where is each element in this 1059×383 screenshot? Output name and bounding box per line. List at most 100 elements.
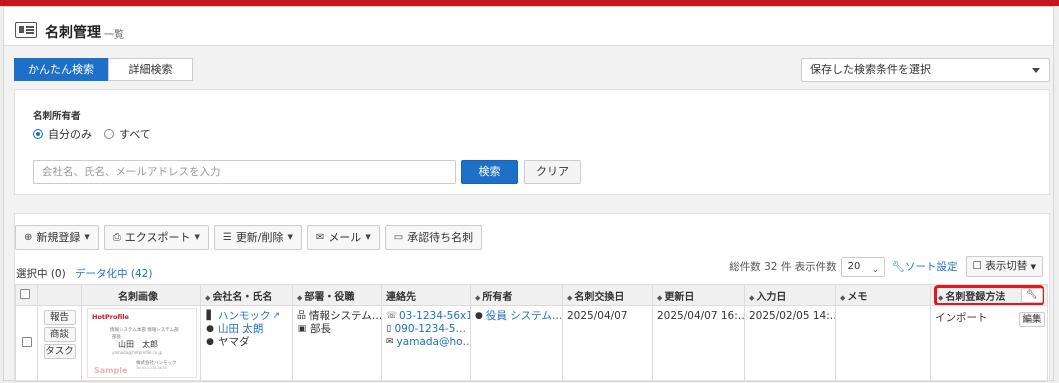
task-button[interactable]: タスク <box>43 344 76 359</box>
company-link[interactable]: ハンモック <box>218 310 271 323</box>
table-row[interactable]: 報告 商談 タスク HotProfile 情報システム本部 情報システム部 部長… <box>15 305 1048 382</box>
export-file-icon: ⎙ <box>112 232 121 243</box>
column-header-contact: 連絡先 <box>381 284 471 306</box>
list-icon: ☰ <box>222 232 232 243</box>
per-page-label: 表示件数 <box>794 261 837 273</box>
edit-area: 編集 <box>1019 312 1045 327</box>
row-checkbox[interactable] <box>21 337 32 347</box>
column-label: 連絡先 <box>386 291 416 303</box>
export-label: エクスポート <box>124 231 191 244</box>
per-page-select[interactable]: 20 ⌄ <box>840 256 885 277</box>
email-link[interactable]: yamada@ho… <box>397 336 470 349</box>
total-label: 総件数 <box>729 261 761 273</box>
page-container: 名刺管理 一覧 かんたん検索 詳細検索 保存した検索条件を選択 名刺所有者 自分… <box>3 6 1054 382</box>
keyword-search-input[interactable] <box>33 160 456 184</box>
phone-link[interactable]: 03-1234-56x1 <box>399 310 470 323</box>
export-button[interactable]: ⎙ エクスポート ▼ <box>103 225 209 250</box>
owner-radio-group: 自分のみ すべて <box>33 126 163 142</box>
person-icon: ● <box>475 311 483 321</box>
updated-cell: 2025/04/07 16:… <box>652 305 745 382</box>
list-toolbar: ⊕ 新規登録 ▼ ⎙ エクスポート ▼ ☰ 更新/削除 ▼ ✉ メール ▼ ▭ <box>15 225 487 250</box>
column-header-exchange-date[interactable]: ◆ 名刺交換日 <box>562 284 653 306</box>
radio-all[interactable] <box>104 129 114 139</box>
column-header-owner[interactable]: ◆ 所有者 <box>470 284 563 306</box>
card-table: 名刺画像 ◆ 会社名・氏名 ◆ 部署・役職 連絡先 ◆ 所有者 ◆ 名刺交換日 ◆ 更新日… <box>15 284 1048 382</box>
card-list-panel: ⊕ 新規登録 ▼ ⎙ エクスポート ▼ ☰ 更新/削除 ▼ ✉ メール ▼ ▭ <box>14 213 1050 382</box>
datafy-link[interactable]: データ化中 (42) <box>75 268 152 280</box>
tab-simple-search[interactable]: かんたん検索 <box>14 58 108 81</box>
report-button[interactable]: 報告 <box>43 310 76 325</box>
new-registration-label: 新規登録 <box>36 231 81 244</box>
deal-button[interactable]: 商談 <box>43 327 76 342</box>
owner-link[interactable]: 役員 システム… <box>486 310 562 323</box>
card-watermark: Sample <box>94 366 128 375</box>
sort-setting-link[interactable]: 🔧︎ソート設定 <box>892 259 958 274</box>
mobile-link[interactable]: 090-1234-5… <box>394 323 466 336</box>
update-delete-button[interactable]: ☰ 更新/削除 ▼ <box>213 225 302 250</box>
department-cell: 品情報システム… ▣ 部長 <box>292 305 382 382</box>
business-card-icon <box>15 22 37 38</box>
sort-icon: ◆ <box>657 293 663 302</box>
sort-icon: ◆ <box>475 293 481 302</box>
saved-search-value: 保存した検索条件を選択 <box>810 63 931 76</box>
column-label: 会社名・氏名 <box>212 291 273 303</box>
column-header-updated[interactable]: ◆ 更新日 <box>652 284 745 306</box>
select-all-checkbox[interactable] <box>20 288 30 299</box>
column-label: 名刺画像 <box>118 291 158 303</box>
tab-detail-search[interactable]: 詳細検索 <box>108 58 193 81</box>
search-button[interactable]: 検索 <box>461 160 518 184</box>
table-header-row: 名刺画像 ◆ 会社名・氏名 ◆ 部署・役職 連絡先 ◆ 所有者 ◆ 名刺交換日 ◆ 更新日… <box>15 284 1048 306</box>
column-header-entered[interactable]: ◆ 入力日 <box>744 284 836 306</box>
external-link-icon: ↗ <box>272 311 281 321</box>
selection-info: 選択中 (0) データ化中 (42) <box>16 266 152 281</box>
radio-own-only[interactable] <box>33 129 43 139</box>
column-settings-button[interactable]: 🔧︎ <box>1021 288 1043 303</box>
envelope-icon: ✉ <box>386 337 394 347</box>
column-header-company-name[interactable]: ◆ 会社名・氏名 <box>200 284 293 306</box>
memo-cell <box>835 305 931 382</box>
card-name: 山田 太郎 <box>118 340 158 349</box>
card-logo: HotProfile <box>92 313 129 321</box>
building-icon: ▋ <box>206 311 214 321</box>
caret-down-icon: ▼ <box>194 233 200 241</box>
column-label: 入力日 <box>756 291 787 303</box>
search-panel: 名刺所有者 自分のみ すべて 検索 クリア <box>14 89 1050 195</box>
caret-down-icon: ▼ <box>1030 263 1036 271</box>
display-toggle-label: 表示切替 <box>985 260 1028 272</box>
selected-count: 選択中 (0) <box>16 268 66 280</box>
org-chart-icon: 品 <box>297 311 307 321</box>
registration-method-value: インポート <box>935 312 988 324</box>
radio-own-only-label[interactable]: 自分のみ <box>48 126 92 142</box>
card-text: yamada@hotprofile.co.jp <box>112 350 163 355</box>
display-toggle-button[interactable]: ☐ 表示切替 ▼ <box>965 256 1043 277</box>
sort-icon: ◆ <box>297 293 303 302</box>
caret-down-icon: ▼ <box>287 233 293 241</box>
column-header-card-image: 名刺画像 <box>81 284 201 306</box>
mobile-icon: ▯ <box>386 324 392 334</box>
position-text: 部長 <box>310 323 331 335</box>
saved-search-select[interactable]: 保存した検索条件を選択 <box>801 58 1050 82</box>
mail-button[interactable]: ✉ メール ▼ <box>306 225 380 250</box>
person-reading: ヤマダ <box>218 336 250 348</box>
column-header-department[interactable]: ◆ 部署・役職 <box>292 284 382 306</box>
total-count: 32 <box>764 260 778 273</box>
new-registration-button[interactable]: ⊕ 新規登録 ▼ <box>15 225 99 250</box>
column-label: 更新日 <box>664 291 695 303</box>
radio-all-label[interactable]: すべて <box>119 126 151 142</box>
column-header-memo[interactable]: ◆ メモ <box>835 284 931 306</box>
clear-button[interactable]: クリア <box>524 160 581 184</box>
column-label: メモ <box>847 291 868 303</box>
square-icon: ☐ <box>972 260 982 272</box>
plus-circle-icon: ⊕ <box>24 232 33 243</box>
envelope-icon: ✉ <box>315 232 325 243</box>
card-text: 情報システム本部 情報システム部 <box>110 328 179 333</box>
actions-header <box>37 284 82 306</box>
pending-approval-button[interactable]: ▭ 承認待ち名刺 <box>384 225 483 250</box>
column-label: 名刺交換日 <box>574 291 625 303</box>
search-mode-tabs: かんたん検索 詳細検索 <box>14 58 193 81</box>
edit-button[interactable]: 編集 <box>1019 312 1045 327</box>
sort-icon: ◆ <box>749 293 755 302</box>
person-link[interactable]: 山田 太朗 <box>218 323 263 336</box>
wrench-icon: 🔧︎ <box>891 261 905 273</box>
business-card-image[interactable]: HotProfile 情報システム本部 情報システム部 部長 山田 太郎 yam… <box>87 308 197 378</box>
